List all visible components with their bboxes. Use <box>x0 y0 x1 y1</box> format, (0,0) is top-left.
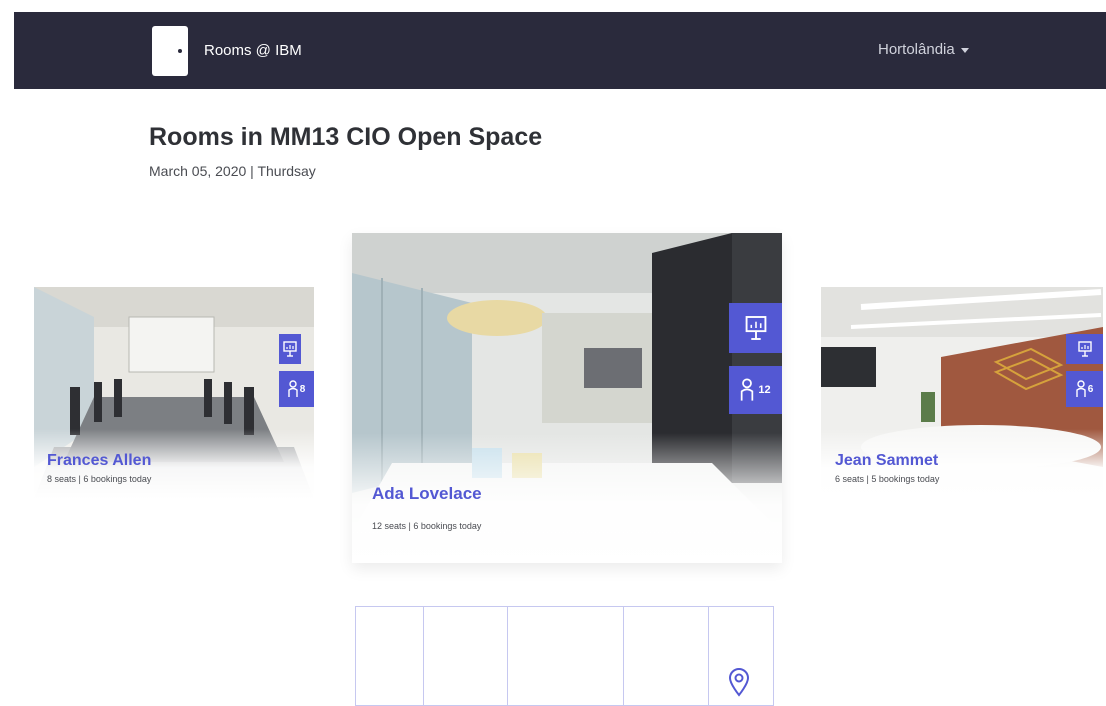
location-label: Hortolândia <box>878 41 955 58</box>
presentation-board-icon <box>729 303 782 353</box>
person-icon <box>1076 380 1086 397</box>
caret-down-icon <box>960 47 969 53</box>
room-name[interactable]: Ada Lovelace <box>372 484 482 504</box>
seats-count: 12 <box>758 384 771 396</box>
floor-plan-divider <box>507 607 508 705</box>
floor-plan-divider <box>423 607 424 705</box>
room-meta: 12 seats | 6 bookings today <box>372 521 482 531</box>
floor-plan-divider <box>708 607 709 705</box>
floor-plan-divider <box>623 607 624 705</box>
room-name[interactable]: Frances Allen <box>47 452 151 470</box>
presentation-board-icon <box>1066 334 1103 364</box>
floor-plan <box>355 606 774 706</box>
door-knob <box>178 49 182 53</box>
seats-badge: 6 <box>1066 371 1103 407</box>
presentation-board-icon <box>279 334 301 364</box>
map-pin-icon[interactable] <box>728 667 750 697</box>
person-icon <box>288 380 298 397</box>
room-meta: 6 seats | 5 bookings today <box>835 474 940 484</box>
location-dropdown[interactable]: Hortolândia <box>878 41 969 58</box>
room-card-jean-sammet[interactable]: 6 Jean Sammet 6 seats | 5 bookings today <box>821 287 1103 499</box>
person-icon <box>741 378 754 401</box>
seats-badge: 12 <box>729 366 782 414</box>
seats-badge: 8 <box>279 371 314 407</box>
seats-count: 8 <box>299 383 306 395</box>
brand-title[interactable]: Rooms @ IBM <box>204 42 302 59</box>
top-navbar: Rooms @ IBM Hortolândia <box>14 12 1106 89</box>
room-name[interactable]: Jean Sammet <box>835 452 938 470</box>
door-logo-icon[interactable] <box>152 26 188 76</box>
seats-count: 6 <box>1087 383 1094 395</box>
page-date: March 05, 2020 | Thurdsay <box>149 163 316 179</box>
room-card-ada-lovelace[interactable]: 12 Ada Lovelace 12 seats | 6 bookings to… <box>352 233 782 563</box>
room-meta: 8 seats | 6 bookings today <box>47 474 152 484</box>
room-card-frances-allen[interactable]: 8 Frances Allen 8 seats | 6 bookings tod… <box>34 287 314 499</box>
page-title: Rooms in MM13 CIO Open Space <box>149 123 543 151</box>
